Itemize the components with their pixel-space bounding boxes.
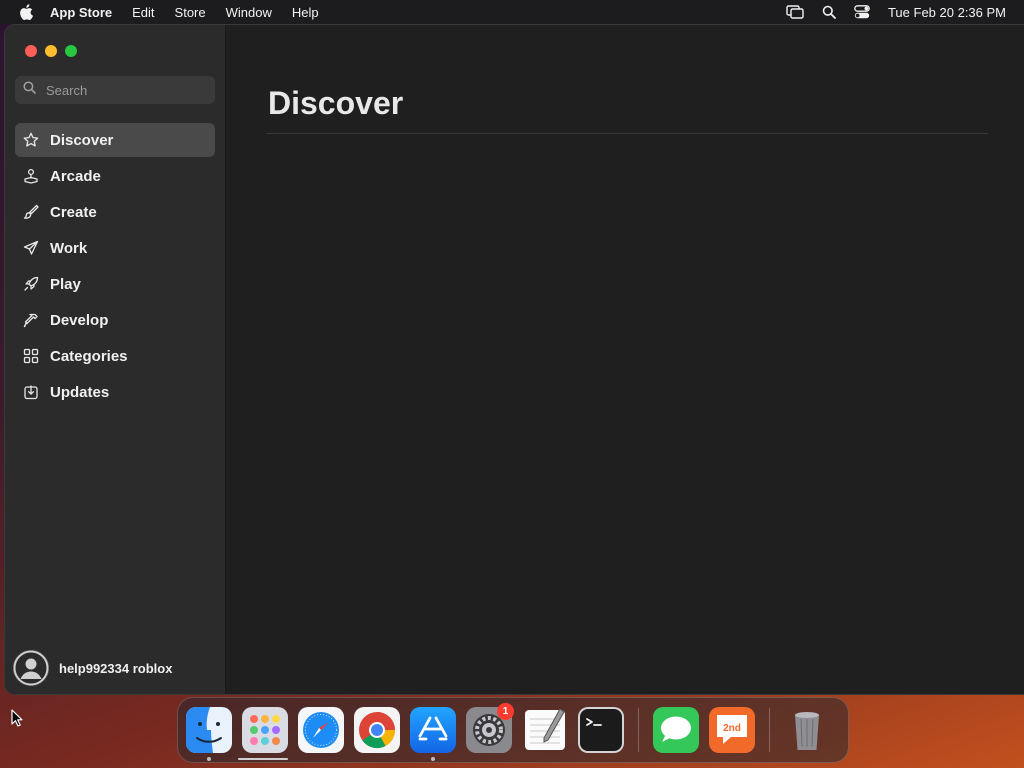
safari-icon [298,707,344,753]
app-store-window: Discover Arcade Create Work [5,25,1024,694]
dock-separator [769,708,770,752]
dock-terminal[interactable] [578,707,624,753]
control-center-icon[interactable] [854,5,870,19]
dock-app-store[interactable] [410,707,456,761]
title-divider [266,133,988,134]
sidebar: Discover Arcade Create Work [5,25,226,694]
sidebar-item-label: Develop [50,311,109,329]
sidebar-item-label: Work [50,239,88,257]
dock-safari[interactable] [298,707,344,753]
sidebar-item-label: Create [50,203,97,221]
dock-hover-underline [238,758,288,760]
dock-messages[interactable] [653,707,699,753]
account-name: help992334 roblox [59,660,173,676]
chrome-icon [354,707,400,753]
download-icon [22,383,40,401]
dock-textedit[interactable] [522,707,568,753]
menu-help[interactable]: Help [292,5,319,20]
menu-window[interactable]: Window [226,5,272,20]
menu-bar: App Store Edit Store Window Help Tue Feb… [0,0,1024,24]
app-store-icon [410,707,456,753]
running-indicator [207,757,211,761]
sidebar-item-play[interactable]: Play [15,267,215,301]
minimize-button[interactable] [45,45,57,57]
joystick-icon [22,167,40,185]
search-icon [15,81,36,99]
account-button[interactable]: help992334 roblox [13,650,172,686]
brush-icon [22,203,40,221]
finder-icon [186,707,232,753]
menu-edit[interactable]: Edit [132,5,154,20]
sidebar-item-arcade[interactable]: Arcade [15,159,215,193]
apple-logo-icon[interactable] [18,4,34,20]
dock-system-settings[interactable]: 1 [466,703,514,753]
sidebar-item-categories[interactable]: Categories [15,339,215,373]
dock-chrome[interactable] [354,707,400,753]
notification-badge: 1 [497,703,514,720]
menu-app-store[interactable]: App Store [50,5,112,20]
sidebar-item-label: Arcade [50,167,101,185]
search-field[interactable] [15,76,215,104]
second-app-label: 2nd [723,723,741,734]
dock: 1 2nd [177,697,849,763]
sidebar-nav: Discover Arcade Create Work Play Develop… [15,123,215,411]
dock-trash[interactable] [784,707,830,753]
sidebar-item-develop[interactable]: Develop [15,303,215,337]
launchpad-icon [242,707,288,753]
menu-clock[interactable]: Tue Feb 20 2:36 PM [888,5,1006,20]
sidebar-item-discover[interactable]: Discover [15,123,215,157]
grid-icon [22,347,40,365]
second-app-icon: 2nd [709,707,755,753]
search-input[interactable] [44,81,208,99]
mouse-pointer-icon [11,709,23,732]
main-content: Discover [226,25,1024,694]
messages-icon [653,707,699,753]
spotlight-search-icon[interactable] [822,5,836,19]
terminal-icon [578,707,624,753]
rocket-icon [22,275,40,293]
avatar [13,650,49,686]
running-indicator [431,757,435,761]
trash-icon [795,712,819,750]
close-button[interactable] [25,45,37,57]
sidebar-item-create[interactable]: Create [15,195,215,229]
paper-plane-icon [22,239,40,257]
sidebar-item-label: Play [50,275,81,293]
sidebar-item-label: Categories [50,347,128,365]
star-icon [22,131,40,149]
dock-finder[interactable] [186,707,232,761]
dock-separator [638,708,639,752]
textedit-icon [525,708,565,750]
page-title: Discover [268,85,404,121]
sidebar-item-updates[interactable]: Updates [15,375,215,409]
menu-store[interactable]: Store [175,5,206,20]
sidebar-item-label: Updates [50,383,110,401]
sidebar-item-work[interactable]: Work [15,231,215,265]
hammer-icon [22,311,40,329]
dock-launchpad[interactable] [242,707,288,753]
window-controls [25,45,77,57]
screen-mirroring-icon[interactable] [786,5,804,19]
maximize-button[interactable] [65,45,77,57]
dock-2nd[interactable]: 2nd [709,707,755,753]
sidebar-item-label: Discover [50,131,114,149]
